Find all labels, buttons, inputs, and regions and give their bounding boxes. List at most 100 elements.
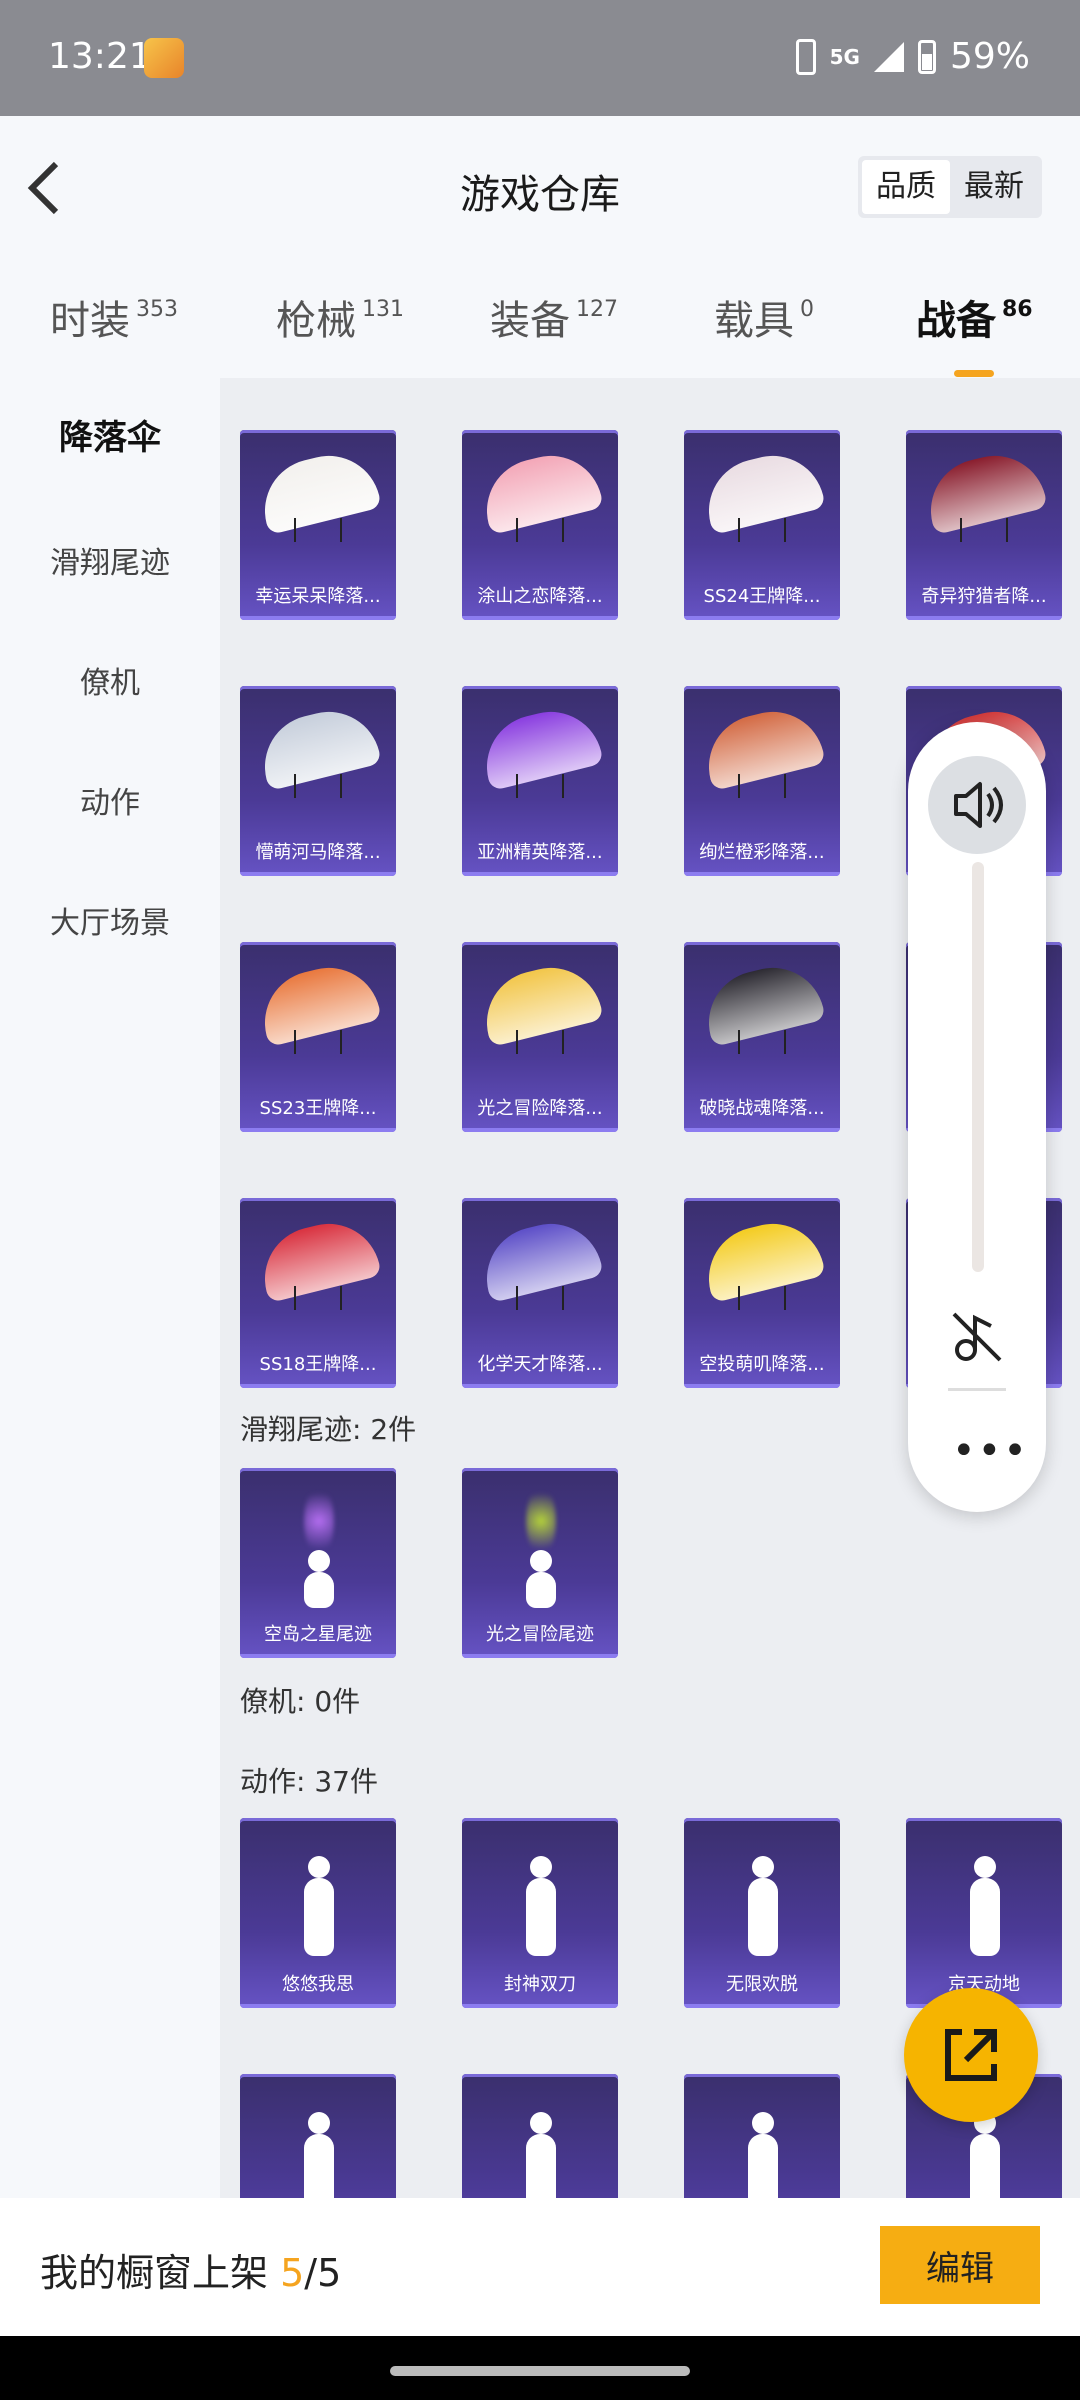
sidebar-item-trail[interactable]: 滑翔尾迹 bbox=[0, 538, 220, 582]
parachute-lines bbox=[738, 518, 786, 542]
item-card-emote[interactable]: 封神双刀 bbox=[462, 1818, 618, 2008]
tab-equipment[interactable]: 装备 127 bbox=[490, 288, 618, 346]
item-label: 亚洲精英降落... bbox=[477, 842, 603, 863]
item-label: SS18王牌降... bbox=[259, 1354, 377, 1375]
item-card-parachute[interactable]: 空投萌叽降落... bbox=[684, 1198, 840, 1388]
share-button[interactable] bbox=[904, 1988, 1038, 2122]
status-icons: 5G 59% bbox=[795, 36, 1030, 77]
parachute-lines bbox=[516, 1030, 564, 1054]
status-time: 13:21 bbox=[48, 36, 152, 77]
item-card-parachute[interactable]: SS23王牌降... bbox=[240, 942, 396, 1132]
sort-quality-button[interactable]: 品质 bbox=[862, 160, 950, 214]
item-label: 涂山之恋降落... bbox=[477, 586, 603, 607]
header: 游戏仓库 品质 最新 bbox=[0, 116, 1080, 266]
sidebar-item-wingman[interactable]: 僚机 bbox=[0, 658, 220, 702]
emote-figure-icon bbox=[518, 1856, 562, 1960]
tab-weapons[interactable]: 枪械 131 bbox=[276, 288, 404, 346]
home-gesture-bar[interactable] bbox=[390, 2366, 690, 2376]
item-card-trail[interactable]: 光之冒险尾迹 bbox=[462, 1468, 618, 1658]
sidebar: 降落伞 滑翔尾迹 僚机 动作 大厅场景 bbox=[0, 378, 220, 2198]
system-nav-bar bbox=[0, 2336, 1080, 2400]
bottom-bar: 我的橱窗上架 5/5 编辑 bbox=[0, 2198, 1080, 2336]
item-card-parachute[interactable]: 奇异狩猎者降... bbox=[906, 430, 1062, 620]
item-card-parachute[interactable]: 亚洲精英降落... bbox=[462, 686, 618, 876]
item-label: 懵萌河马降落... bbox=[255, 842, 381, 863]
sort-toggle: 品质 最新 bbox=[858, 156, 1042, 218]
item-label: SS24王牌降... bbox=[703, 586, 821, 607]
trail-smoke-image bbox=[526, 1486, 556, 1556]
speaker-glyph bbox=[954, 782, 1003, 828]
active-tab-indicator bbox=[954, 370, 994, 377]
parachute-lines bbox=[516, 1286, 564, 1310]
emote-figure-icon bbox=[962, 1856, 1006, 1960]
item-label: 化学天才降落... bbox=[477, 1354, 603, 1375]
parachute-lines bbox=[738, 774, 786, 798]
item-label: 空投萌叽降落... bbox=[699, 1354, 825, 1375]
item-label: 悠悠我思 bbox=[282, 1974, 354, 1995]
parachute-lines bbox=[516, 518, 564, 542]
parachute-lines bbox=[294, 1030, 342, 1054]
trail-smoke-image bbox=[304, 1486, 334, 1556]
tab-tactical[interactable]: 战备 86 bbox=[916, 288, 1033, 377]
item-card-trail[interactable]: 空岛之星尾迹 bbox=[240, 1468, 396, 1658]
item-card-parachute[interactable]: 破晓战魂降落... bbox=[684, 942, 840, 1132]
volume-panel: ••• bbox=[908, 722, 1046, 1512]
item-label: 空岛之星尾迹 bbox=[264, 1624, 372, 1645]
item-card-parachute[interactable]: SS18王牌降... bbox=[240, 1198, 396, 1388]
item-label: SS23王牌降... bbox=[259, 1098, 377, 1119]
item-card-emote[interactable]: 京天动地 bbox=[906, 1818, 1062, 2008]
item-label: 光之冒险降落... bbox=[477, 1098, 603, 1119]
parachute-lines bbox=[738, 1030, 786, 1054]
speaker-icon[interactable] bbox=[928, 756, 1026, 854]
item-card-emote[interactable]: 无限欢脱 bbox=[684, 1818, 840, 2008]
battery-icon bbox=[917, 39, 936, 74]
network-type: 5G bbox=[829, 44, 860, 69]
battery-level: 59% bbox=[949, 36, 1030, 77]
tab-fashion[interactable]: 时装 353 bbox=[50, 288, 178, 346]
status-bar: 13:21 5G 59% bbox=[0, 0, 1080, 116]
item-label: 光之冒险尾迹 bbox=[486, 1624, 594, 1645]
music-mute-icon[interactable] bbox=[944, 1304, 1010, 1370]
item-card-emote[interactable]: 悠悠我思 bbox=[240, 1818, 396, 2008]
item-label: 无限欢脱 bbox=[726, 1974, 798, 1995]
divider bbox=[948, 1388, 1006, 1391]
sim-icon bbox=[795, 38, 816, 75]
section-header-emotes: 动作: 37件 bbox=[240, 1765, 378, 1798]
item-card-parachute[interactable]: 绚烂橙彩降落... bbox=[684, 686, 840, 876]
more-options-icon[interactable]: ••• bbox=[952, 1428, 1029, 1474]
item-label: 幸运呆呆降落... bbox=[255, 586, 381, 607]
parachute-lines bbox=[294, 1286, 342, 1310]
item-label: 奇异狩猎者降... bbox=[921, 586, 1047, 607]
parachute-lines bbox=[294, 518, 342, 542]
skydiver-figure-icon bbox=[518, 1550, 562, 1610]
section-header-wingman: 僚机: 0件 bbox=[240, 1685, 361, 1718]
parachute-lines bbox=[294, 774, 342, 798]
item-label: 封神双刀 bbox=[504, 1974, 576, 1995]
edit-button[interactable]: 编辑 bbox=[880, 2226, 1040, 2304]
sort-latest-button[interactable]: 最新 bbox=[950, 160, 1038, 214]
tab-vehicles[interactable]: 载具 0 bbox=[714, 288, 814, 346]
item-label: 破晓战魂降落... bbox=[699, 1098, 825, 1119]
skydiver-figure-icon bbox=[296, 1550, 340, 1610]
sidebar-item-lobby-scene[interactable]: 大厅场景 bbox=[0, 898, 220, 942]
volume-slider[interactable] bbox=[972, 862, 984, 1272]
sidebar-item-emote[interactable]: 动作 bbox=[0, 778, 220, 822]
item-card-parachute[interactable]: 光之冒险降落... bbox=[462, 942, 618, 1132]
item-label: 绚烂橙彩降落... bbox=[699, 842, 825, 863]
section-header-trails: 滑翔尾迹: 2件 bbox=[240, 1413, 417, 1446]
showcase-status: 我的橱窗上架 5/5 bbox=[40, 2251, 342, 2295]
signal-icon bbox=[873, 41, 904, 72]
parachute-lines bbox=[738, 1286, 786, 1310]
sidebar-item-parachute[interactable]: 降落伞 bbox=[0, 378, 220, 498]
share-icon bbox=[945, 2029, 997, 2081]
category-tabs: 时装 353 枪械 131 装备 127 载具 0 战备 86 bbox=[0, 266, 1080, 378]
item-card-parachute[interactable]: SS24王牌降... bbox=[684, 430, 840, 620]
item-card-parachute[interactable]: 懵萌河马降落... bbox=[240, 686, 396, 876]
item-card-parachute[interactable]: 化学天才降落... bbox=[462, 1198, 618, 1388]
app-notification-icon bbox=[144, 38, 184, 78]
item-card-parachute[interactable]: 幸运呆呆降落... bbox=[240, 430, 396, 620]
item-card-parachute[interactable]: 涂山之恋降落... bbox=[462, 430, 618, 620]
parachute-lines bbox=[960, 518, 1008, 542]
emote-figure-icon bbox=[296, 1856, 340, 1960]
parachute-lines bbox=[516, 774, 564, 798]
